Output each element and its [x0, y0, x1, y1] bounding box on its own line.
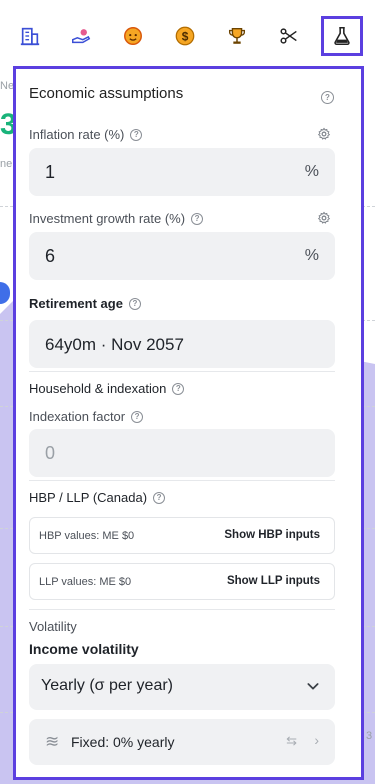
help-icon[interactable]: ? — [321, 91, 334, 104]
gear-icon[interactable] — [317, 127, 331, 141]
inflation-label-row: Inflation rate (%)? — [29, 126, 143, 144]
scissors-icon — [280, 28, 297, 44]
percent-unit: % — [304, 163, 319, 180]
percent-unit: % — [304, 247, 319, 264]
personal-button[interactable] — [114, 17, 152, 55]
indexation-label-row: Indexation factor? — [29, 408, 144, 426]
inflation-input[interactable]: 1 % — [29, 148, 335, 196]
goals-button[interactable] — [218, 17, 256, 55]
llp-values: LLP values: ME $0 — [39, 576, 132, 588]
expenses-button[interactable] — [270, 17, 308, 55]
volatility-fixed-row[interactable]: ≋ Fixed: 0% yearly ⇆ › — [29, 719, 335, 765]
household-label: Household & indexation — [29, 381, 167, 396]
volatility-select-value: Yearly (σ per year) — [41, 677, 173, 694]
dollar-icon: $ — [175, 26, 195, 46]
panel-title: Economic assumptions — [29, 85, 184, 102]
hbp-llp-label: HBP / LLP (Canada) — [29, 490, 148, 505]
retirement-age-input[interactable]: 64y0m · Nov 2057 — [29, 320, 335, 368]
flask-icon — [334, 26, 350, 46]
household-label-row: Household & indexation? — [29, 380, 185, 398]
hbp-llp-label-row: HBP / LLP (Canada)? — [29, 489, 166, 507]
llp-card: LLP values: ME $0 Show LLP inputs — [29, 563, 335, 600]
chevron-right-icon[interactable]: › — [314, 732, 319, 748]
inflation-value: 1 — [45, 162, 56, 182]
money-button[interactable]: $ — [166, 17, 204, 55]
retirement-value: 64y0m · Nov 2057 — [45, 335, 184, 354]
investment-value: 6 — [45, 246, 56, 266]
divider — [29, 609, 335, 610]
fixed-volatility-label: Fixed: 0% yearly — [71, 734, 175, 750]
assumptions-button[interactable] — [321, 16, 363, 56]
hbp-values: HBP values: ME $0 — [39, 530, 135, 542]
face-icon — [124, 27, 142, 45]
indexation-input[interactable]: 0 — [29, 429, 335, 477]
show-hbp-inputs-button[interactable]: Show HBP inputs — [224, 529, 320, 541]
swap-icon[interactable]: ⇆ — [286, 733, 297, 749]
help-icon[interactable]: ? — [130, 128, 143, 141]
investment-input[interactable]: 6 % — [29, 232, 335, 280]
income-volatility-label: Income volatility — [29, 641, 139, 657]
help-icon[interactable]: ? — [128, 297, 141, 310]
volatility-section-label: Volatility — [29, 619, 77, 634]
investment-label: Investment growth rate (%) — [29, 211, 186, 226]
building-icon — [20, 27, 40, 46]
volatility-select[interactable]: Yearly (σ per year) — [29, 664, 335, 710]
trophy-icon — [228, 27, 246, 44]
help-icon[interactable]: ? — [191, 212, 204, 225]
indexation-label: Indexation factor — [29, 409, 126, 424]
economic-assumptions-panel: Economic assumptions ? Inflation rate (%… — [13, 66, 364, 780]
show-llp-inputs-button[interactable]: Show LLP inputs — [227, 575, 320, 587]
svg-text:$: $ — [182, 30, 189, 44]
indexation-value: 0 — [45, 443, 56, 463]
gear-icon[interactable] — [317, 211, 331, 225]
help-icon[interactable]: ? — [131, 410, 144, 423]
building-button[interactable] — [11, 17, 49, 55]
wave-icon: ≋ — [45, 732, 60, 751]
retirement-label: Retirement age — [29, 296, 123, 311]
bg-label: Ne — [0, 80, 15, 92]
investment-label-row: Investment growth rate (%)? — [29, 210, 204, 228]
divider — [29, 480, 335, 481]
hbp-card: HBP values: ME $0 Show HBP inputs — [29, 517, 335, 554]
top-toolbar: $ — [0, 0, 375, 64]
divider — [29, 371, 335, 372]
retirement-label-row: Retirement age? — [29, 295, 141, 313]
hand-coin-icon — [72, 29, 91, 44]
help-icon[interactable]: ? — [172, 382, 185, 395]
inflation-label: Inflation rate (%) — [29, 127, 125, 142]
help-icon[interactable]: ? — [153, 491, 166, 504]
chevron-down-icon — [307, 683, 319, 690]
bg-label: 3 — [366, 730, 373, 742]
bg-label: ne — [0, 158, 13, 170]
income-button[interactable] — [62, 17, 100, 55]
